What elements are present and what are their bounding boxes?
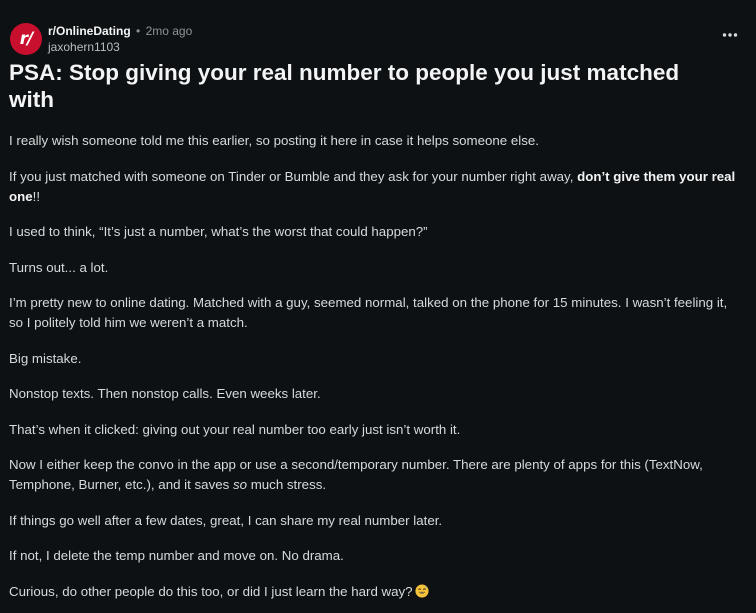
- paragraph: Curious, do other people do this too, or…: [9, 582, 742, 602]
- subreddit-avatar[interactable]: r/: [10, 23, 42, 55]
- more-options-icon: [722, 33, 738, 37]
- paragraph: I used to think, “It’s just a number, wh…: [9, 224, 428, 239]
- paragraph-text: Curious, do other people do this too, or…: [9, 583, 413, 599]
- subreddit-link[interactable]: r/OnlineDating: [48, 24, 131, 38]
- paragraph: If not, I delete the temp number and mov…: [9, 548, 344, 563]
- more-options-button[interactable]: [716, 20, 744, 50]
- paragraph: Turns out... a lot.: [9, 259, 109, 275]
- paragraph: Nonstop texts. Then nonstop calls. Even …: [9, 386, 321, 401]
- post-body: I really wish someone told me this earli…: [9, 131, 742, 613]
- paragraph: That’s when it clicked: giving out your …: [9, 421, 461, 437]
- author-link[interactable]: jaxohern1103: [48, 39, 192, 55]
- paragraph: Now I either keep the convo in the app o…: [9, 455, 742, 495]
- meta-separator: •: [136, 24, 141, 38]
- paragraph: I really wish someone told me this earli…: [9, 133, 539, 148]
- sweat-smile-emoji-icon: [415, 583, 429, 598]
- paragraph: Big mistake.: [9, 350, 82, 366]
- post-timestamp: 2mo ago: [145, 24, 193, 38]
- paragraph-text: much stress.: [247, 477, 327, 492]
- paragraph: If things go well after a few dates, gre…: [9, 512, 443, 528]
- post-meta-top: r/OnlineDating • 2mo ago: [48, 23, 192, 39]
- post-meta: r/OnlineDating • 2mo ago jaxohern1103: [48, 23, 192, 55]
- paragraph-text: !!: [32, 188, 41, 204]
- paragraph: If you just matched with someone on Tind…: [9, 167, 742, 207]
- post-container: r/ r/OnlineDating • 2mo ago jaxohern1103…: [0, 0, 756, 613]
- post-header: r/ r/OnlineDating • 2mo ago jaxohern1103: [8, 20, 744, 56]
- paragraph: I’m pretty new to online dating. Matched…: [9, 295, 728, 330]
- paragraph-text: Now I either keep the convo in the app o…: [9, 457, 703, 492]
- paragraph-text: If you just matched with someone on Tind…: [9, 168, 578, 184]
- paragraph-italic-text: so: [232, 477, 247, 492]
- post-title[interactable]: PSA: Stop giving your real number to peo…: [9, 59, 716, 113]
- subreddit-avatar-text: r/: [19, 28, 34, 49]
